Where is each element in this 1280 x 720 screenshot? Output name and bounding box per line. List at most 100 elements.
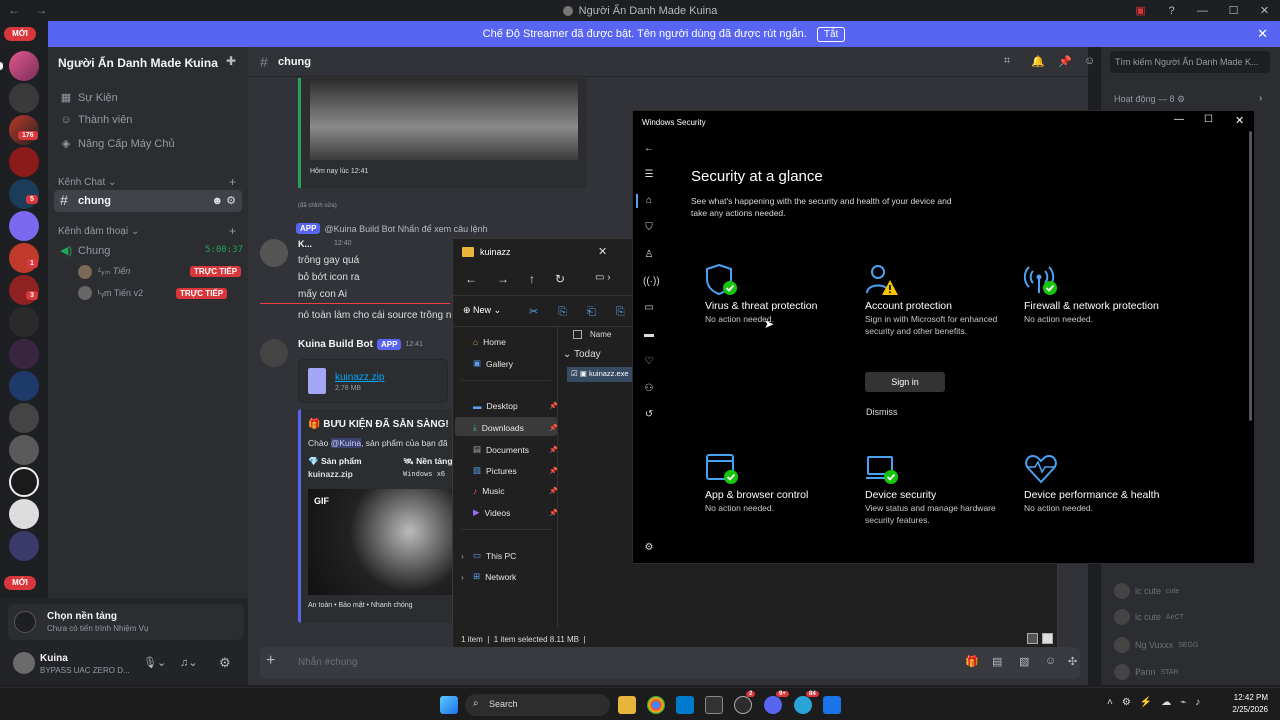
windows-security-icon[interactable]	[823, 696, 841, 714]
member-row[interactable]: lc cute AeCT	[1114, 609, 1184, 625]
add-member-icon[interactable]: ✚	[226, 54, 236, 68]
home-icon[interactable]: ⌂	[643, 195, 655, 206]
laptop-icon[interactable]: ▬	[643, 329, 655, 340]
group-today[interactable]: ⌄ Today	[563, 349, 601, 360]
close-icon[interactable]: ✕	[1235, 114, 1244, 127]
nav-music[interactable]: ♪ Music 📌	[473, 486, 558, 496]
bot-author[interactable]: Kuina Build Bot APP 12:41	[298, 339, 423, 350]
gear-icon[interactable]: ⚙	[643, 542, 655, 553]
server-icon[interactable]	[9, 147, 39, 177]
search-input[interactable]: Tìm kiếm Người Ẩn Danh Made K...	[1110, 51, 1270, 73]
message-composer[interactable]: + Nhắn #chung 🎁 ▤ ▧ ☺ ✣	[260, 647, 1080, 679]
start-icon[interactable]	[440, 696, 458, 714]
shield-icon[interactable]: ⛉	[643, 222, 655, 233]
nav-desktop[interactable]: ▬ Desktop 📌	[473, 401, 558, 411]
server-icon[interactable]	[9, 115, 39, 145]
nav-network[interactable]: › ⊞ Network	[461, 571, 516, 582]
explorer-nav-buttons[interactable]: ←→↑↻	[465, 272, 585, 286]
sign-in-button[interactable]: Sign in	[865, 372, 945, 392]
app-icon[interactable]	[734, 696, 752, 714]
server-icon[interactable]	[9, 275, 39, 305]
clock[interactable]: 12:42 PM 2/25/2026	[1224, 693, 1268, 714]
microphone-icon[interactable]: 🎙⌄	[143, 656, 166, 669]
tiles-view-icon[interactable]	[1042, 633, 1053, 644]
tile-firewall[interactable]: Firewall & network protection No action …	[1023, 263, 1172, 326]
server-icon[interactable]	[9, 531, 39, 561]
history-nav[interactable]: ← →	[8, 3, 53, 17]
gear-icon[interactable]: ⚙	[219, 655, 231, 671]
terminal-icon[interactable]	[705, 696, 723, 714]
server-icon[interactable]	[9, 339, 39, 369]
nav-pictures[interactable]: ▧ Pictures 📌	[473, 465, 558, 476]
column-name[interactable]: Name	[590, 330, 611, 339]
nav-this-pc[interactable]: › ▭ This PC	[461, 550, 516, 561]
family-icon[interactable]: ⚇	[643, 383, 655, 394]
add-attachment-icon[interactable]: +	[266, 652, 275, 670]
view-icon[interactable]: ▭ ›	[595, 272, 611, 283]
reply-line[interactable]: APP @Kuina Build Bot Nhấn để xem câu lện…	[296, 223, 488, 234]
file-attachment[interactable]: kuinazz.zip 2.78 MB	[298, 359, 448, 403]
nav-home[interactable]: ⌂ Home	[473, 337, 506, 347]
tile-device-performance[interactable]: Device performance & health No action ne…	[1024, 452, 1172, 515]
close-tab-icon[interactable]: ✕	[598, 245, 607, 258]
server-icon[interactable]	[9, 307, 39, 337]
voice-channel-chung[interactable]: ◀) Chung	[60, 244, 110, 258]
tile-device-security[interactable]: Device security View status and manage h…	[865, 452, 1013, 526]
server-icon[interactable]	[9, 179, 39, 209]
server-icon[interactable]	[9, 467, 39, 497]
details-view-icon[interactable]	[1027, 633, 1038, 644]
dismiss-link[interactable]: Dismiss	[866, 407, 898, 417]
text-category[interactable]: Kênh Chat ⌄	[58, 177, 116, 188]
toolbar-actions[interactable]: ✂⎘⎗⎘	[529, 305, 645, 319]
embed-image[interactable]	[310, 78, 578, 160]
member-row[interactable]: Ng Vuxxx SEGG	[1114, 637, 1198, 653]
select-all-checkbox[interactable]	[573, 330, 582, 339]
nav-videos[interactable]: ▶ Videos 📌	[473, 507, 558, 518]
heart-icon[interactable]: ♡	[643, 356, 655, 367]
sidebar-item-events[interactable]: ▦ Sự Kiện	[60, 91, 118, 105]
person-icon[interactable]: ♙	[643, 249, 655, 260]
emoji-icon[interactable]: ☺	[1045, 655, 1056, 667]
gift-icon[interactable]: 🎁	[965, 655, 979, 668]
disable-streamer-button[interactable]: Tắt	[816, 26, 846, 42]
history-icon[interactable]: ↺	[643, 409, 655, 420]
tile-virus-protection[interactable]: Virus & threat protection No action need…	[705, 263, 853, 326]
embed-gif[interactable]: GIF	[308, 489, 453, 595]
threads-icon[interactable]: ⌗	[1004, 55, 1010, 68]
add-channel-icon[interactable]: +	[229, 175, 236, 189]
voice-user-name[interactable]: ᴸᵧₘ Tiến	[98, 266, 130, 277]
bell-icon[interactable]: 🔔	[1031, 55, 1045, 68]
app-icon[interactable]: ▭	[643, 302, 655, 313]
voice-category[interactable]: Kênh đàm thoại ⌄	[58, 226, 139, 237]
server-icon[interactable]	[9, 51, 39, 81]
message-author[interactable]: K...	[298, 239, 312, 249]
new-button[interactable]: ⊕ New ⌄	[463, 305, 501, 316]
pin-icon[interactable]: 📌	[1058, 55, 1072, 68]
gif-icon[interactable]: ▤	[992, 655, 1002, 668]
member-list-icon[interactable]: ☺	[1084, 55, 1095, 67]
nav-documents[interactable]: ▤ Documents 📌	[473, 444, 558, 455]
server-icon[interactable]	[9, 83, 39, 113]
server-icon[interactable]	[9, 499, 39, 529]
nav-downloads[interactable]: ⤓ Downloads 📌	[473, 422, 558, 433]
headphones-icon[interactable]: ♫⌄	[180, 656, 197, 669]
vscode-icon[interactable]	[676, 696, 694, 714]
server-icon[interactable]	[9, 211, 39, 241]
wifi-icon[interactable]: ((·))	[643, 276, 660, 287]
quest-card[interactable]: Chọn nền tảng Chưa có tiến trình Nhiệm V…	[8, 604, 244, 640]
sidebar-item-members[interactable]: ☺ Thành viên	[60, 114, 132, 126]
tile-account-protection[interactable]: Account protection Sign in with Microsof…	[865, 263, 1013, 417]
avatar[interactable]	[260, 339, 288, 367]
voice-user-name[interactable]: ᴸᵧm Tiến v2	[98, 288, 143, 298]
add-channel-icon[interactable]: +	[229, 224, 236, 238]
minimize-icon[interactable]: —	[1174, 114, 1184, 125]
member-row[interactable]: lc cute cute	[1114, 583, 1179, 599]
avatar[interactable]	[260, 239, 288, 267]
system-tray[interactable]: ˄⚙⚡☁⌁♪	[1107, 697, 1209, 708]
sidebar-item-boost[interactable]: ◈ Nâng Cấp Máy Chủ	[60, 137, 175, 151]
file-explorer-icon[interactable]	[618, 696, 636, 714]
channel-settings-icon[interactable]: ☻ ⚙	[212, 194, 237, 207]
server-icon[interactable]	[9, 243, 39, 273]
scrollbar[interactable]	[1249, 131, 1252, 421]
tile-app-browser[interactable]: App & browser control No action needed.	[705, 452, 853, 515]
